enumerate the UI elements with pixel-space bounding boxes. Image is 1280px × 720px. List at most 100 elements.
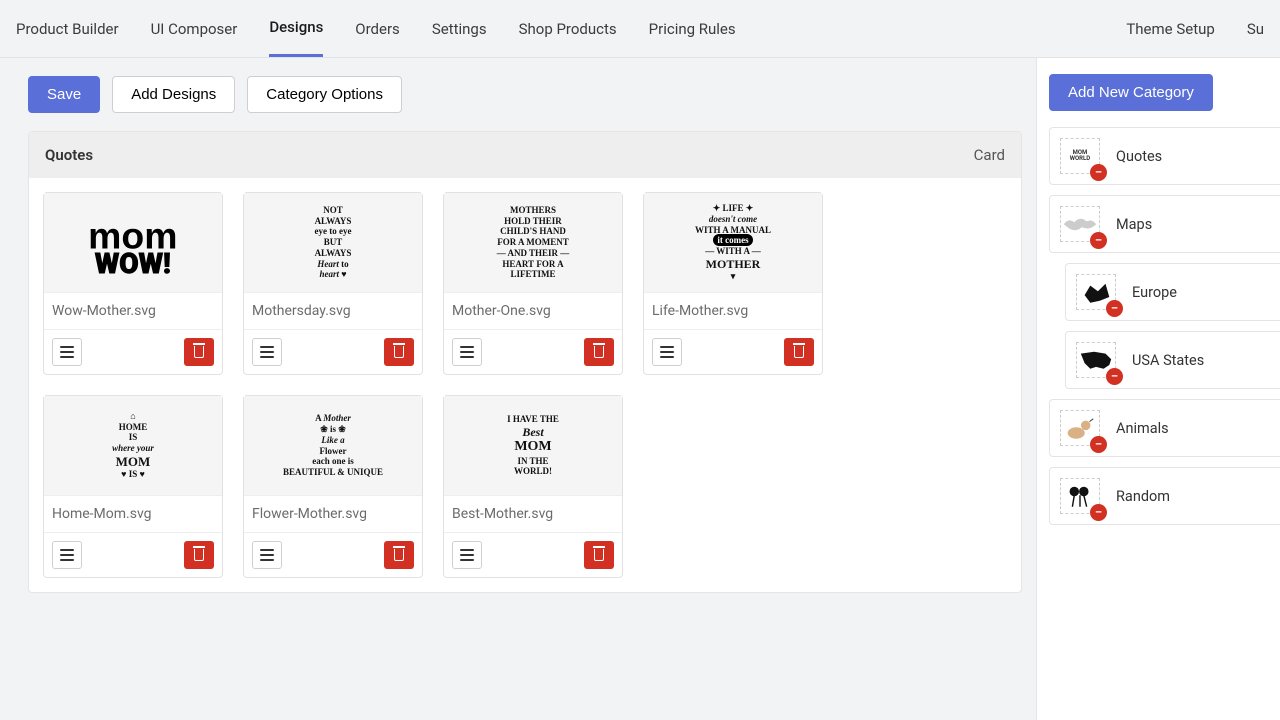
design-thumbnail[interactable]: I HAVE THEBestMOMIN THEWORLD! [444,396,622,496]
delete-design-button[interactable] [584,338,614,366]
trash-icon [594,549,604,561]
sliders-icon [460,346,474,358]
category-item-maps[interactable]: –Maps [1049,195,1280,253]
delete-design-button[interactable] [784,338,814,366]
sidebar: Add New Category MOMWORLD–Quotes–Maps–Eu… [1036,58,1280,720]
category-item-europe[interactable]: –Europe [1065,263,1280,321]
design-card: momWOW!Wow-Mother.svg [43,192,223,375]
design-filename: Best-Mother.svg [444,496,622,533]
category-thumbnail: – [1076,342,1116,378]
delete-design-button[interactable] [184,541,214,569]
section-header: Quotes Card [29,132,1021,178]
design-thumbnail[interactable]: ⌂HOMEISwhere yourMOM♥ IS ♥ [44,396,222,496]
card-actions [644,330,822,374]
nav-item-su[interactable]: Su [1247,2,1264,56]
category-item-quotes[interactable]: MOMWORLD– Quotes [1049,127,1280,185]
design-card: MOTHERSHOLD THEIRCHILD'S HANDFOR A MOMEN… [443,192,623,375]
design-filename: Mother-One.svg [444,293,622,330]
category-item-random[interactable]: –Random [1049,467,1280,525]
design-thumbnail[interactable]: ✦ LIFE ✦doesn't comeWITH A MANUALit come… [644,193,822,293]
design-thumbnail[interactable]: MOTHERSHOLD THEIRCHILD'S HANDFOR A MOMEN… [444,193,622,293]
edit-design-button[interactable] [252,338,282,366]
main-wrapper: Save Add Designs Category Options Quotes… [0,58,1280,720]
card-actions [444,533,622,577]
category-options-button[interactable]: Category Options [247,76,402,113]
svg-text:WOW!: WOW! [95,247,171,280]
category-label: USA States [1132,352,1204,369]
action-bar: Save Add Designs Category Options [28,76,1022,113]
nav-item-product-builder[interactable]: Product Builder [16,2,119,56]
content-area: Save Add Designs Category Options Quotes… [0,58,1036,720]
remove-category-badge[interactable]: – [1106,368,1123,385]
trash-icon [394,346,404,358]
category-thumbnail: – [1076,274,1116,310]
nav-item-ui-composer[interactable]: UI Composer [151,2,238,56]
card-grid: momWOW!Wow-Mother.svgNOTALWAYSeye to eye… [29,178,1021,592]
trash-icon [794,346,804,358]
category-thumbnail: MOMWORLD– [1060,138,1100,174]
edit-design-button[interactable] [452,541,482,569]
trash-icon [594,346,604,358]
delete-design-button[interactable] [384,338,414,366]
design-filename: Wow-Mother.svg [44,293,222,330]
view-mode-label[interactable]: Card [974,146,1005,164]
remove-category-badge[interactable]: – [1090,164,1107,181]
remove-category-badge[interactable]: – [1090,232,1107,249]
design-filename: Flower-Mother.svg [244,496,422,533]
card-actions [444,330,622,374]
card-actions [244,533,422,577]
sliders-icon [60,549,74,561]
sliders-icon [60,346,74,358]
design-filename: Mothersday.svg [244,293,422,330]
remove-category-badge[interactable]: – [1090,504,1107,521]
nav-item-pricing-rules[interactable]: Pricing Rules [649,2,736,56]
top-navigation: Product Builder UI Composer Designs Orders S… [0,0,1280,58]
remove-category-badge[interactable]: – [1090,436,1107,453]
category-label: Maps [1116,216,1152,233]
design-thumbnail[interactable]: A Mother❀ is ❀Like aFlowereach one isBEA… [244,396,422,496]
sliders-icon [460,549,474,561]
trash-icon [394,549,404,561]
nav-left-group: Product Builder UI Composer Designs Orders S… [16,0,1126,57]
design-filename: Life-Mother.svg [644,293,822,330]
design-card: NOTALWAYSeye to eyeBUTALWAYSHeart tohear… [243,192,423,375]
nav-item-theme-setup[interactable]: Theme Setup [1126,2,1214,56]
delete-design-button[interactable] [384,541,414,569]
edit-design-button[interactable] [252,541,282,569]
save-button[interactable]: Save [28,76,100,113]
category-item-usa-states[interactable]: –USA States [1065,331,1280,389]
design-thumbnail[interactable]: NOTALWAYSeye to eyeBUTALWAYSHeart tohear… [244,193,422,293]
card-actions [244,330,422,374]
category-label: Animals [1116,420,1169,437]
edit-design-button[interactable] [52,338,82,366]
remove-category-badge[interactable]: – [1106,300,1123,317]
design-thumbnail[interactable]: momWOW! [44,193,222,293]
design-filename: Home-Mom.svg [44,496,222,533]
edit-design-button[interactable] [52,541,82,569]
sliders-icon [260,549,274,561]
design-card: A Mother❀ is ❀Like aFlowereach one isBEA… [243,395,423,578]
category-label: Random [1116,488,1170,505]
delete-design-button[interactable] [184,338,214,366]
design-card: ✦ LIFE ✦doesn't comeWITH A MANUALit come… [643,192,823,375]
delete-design-button[interactable] [584,541,614,569]
design-card: ⌂HOMEISwhere yourMOM♥ IS ♥Home-Mom.svg [43,395,223,578]
sliders-icon [660,346,674,358]
edit-design-button[interactable] [652,338,682,366]
card-actions [44,533,222,577]
add-designs-button[interactable]: Add Designs [112,76,235,113]
category-thumbnail: – [1060,206,1100,242]
nav-item-settings[interactable]: Settings [432,2,487,56]
nav-item-shop-products[interactable]: Shop Products [519,2,617,56]
category-label: Quotes [1116,148,1162,165]
category-thumbnail: – [1060,478,1100,514]
trash-icon [194,346,204,358]
nav-item-orders[interactable]: Orders [355,2,400,56]
designs-panel: Quotes Card momWOW!Wow-Mother.svgNOTALWA… [28,131,1022,593]
trash-icon [194,549,204,561]
edit-design-button[interactable] [452,338,482,366]
design-card: I HAVE THEBestMOMIN THEWORLD!Best-Mother… [443,395,623,578]
add-new-category-button[interactable]: Add New Category [1049,74,1213,111]
category-item-animals[interactable]: –Animals [1049,399,1280,457]
nav-item-designs[interactable]: Designs [269,0,323,57]
